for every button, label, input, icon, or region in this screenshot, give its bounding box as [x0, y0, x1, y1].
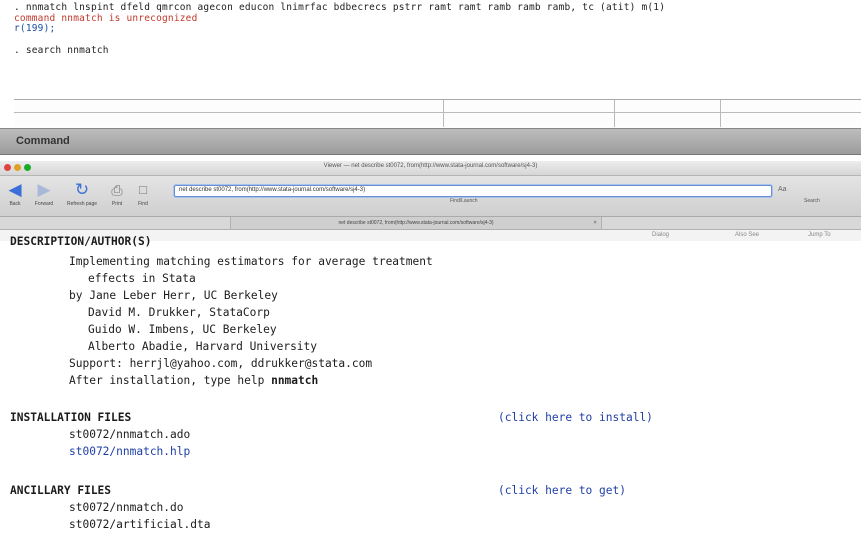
- refresh-icon: ↻: [74, 180, 90, 199]
- url-value: net describe st0072, from(http://www.sta…: [179, 187, 366, 193]
- search-label[interactable]: Search: [804, 198, 820, 204]
- ancillary-file: st0072/nnmatch.do: [69, 501, 184, 514]
- author-line: by Jane Leber Herr, UC Berkeley: [69, 289, 278, 302]
- after-install-text: After installation, type help: [69, 374, 272, 387]
- print-button[interactable]: ⎙ Print: [106, 181, 128, 207]
- find-button-label: Find: [138, 201, 148, 207]
- search-command-echo: . search nnmatch: [14, 45, 109, 56]
- find-icon: □: [139, 182, 147, 197]
- viewer-content: DESCRIPTION/AUTHOR(S) Implementing match…: [0, 235, 861, 542]
- forward-arrow-icon: ▶: [37, 180, 51, 199]
- also-see-menu[interactable]: Also See: [735, 232, 759, 238]
- description-heading: DESCRIPTION/AUTHOR(S): [10, 235, 152, 248]
- url-input[interactable]: net describe st0072, from(http://www.sta…: [174, 185, 772, 197]
- grid-row-divider: [14, 112, 861, 113]
- viewer-tab[interactable]: net describe st0072, from(http://www.sta…: [230, 217, 602, 229]
- jump-to-menu[interactable]: Jump To: [808, 232, 831, 238]
- viewer-tab-label: net describe st0072, from(http://www.sta…: [338, 220, 494, 226]
- command-echo: . nnmatch lnspint dfeld qmrcon agecon ed…: [14, 2, 666, 13]
- close-tab-icon[interactable]: ×: [593, 219, 597, 226]
- author-line: Guido W. Imbens, UC Berkeley: [88, 323, 277, 336]
- command-panel-title: Command: [16, 135, 70, 147]
- support-line: Support: herrjl@yahoo.com, ddrukker@stat…: [69, 357, 373, 370]
- grid-column-divider: [614, 100, 615, 127]
- viewer-toolbar: ◀ Back ▶ Forward ↻ Refresh page ⎙ Print …: [0, 176, 861, 217]
- forward-label: Forward: [34, 201, 54, 207]
- grid-column-divider: [720, 100, 721, 127]
- text-size-button[interactable]: Aa: [778, 186, 787, 193]
- viewer-tab-strip: net describe st0072, from(http://www.sta…: [0, 217, 861, 230]
- grid-column-divider: [443, 100, 444, 127]
- viewer-window: Viewer — net describe st0072, from(http:…: [0, 161, 861, 542]
- after-install-line: After installation, type help nnmatch: [69, 374, 318, 387]
- refresh-label: Refresh page: [66, 201, 98, 207]
- help-command-link[interactable]: nnmatch: [271, 374, 318, 387]
- refresh-button[interactable]: ↻ Refresh page: [64, 180, 100, 208]
- print-label: Print: [111, 201, 123, 207]
- back-arrow-icon: ◀: [8, 180, 22, 199]
- ancillary-file: st0072/artificial.dta: [69, 518, 211, 531]
- results-window: . nnmatch lnspint dfeld qmrcon agecon ed…: [0, 0, 861, 100]
- window-title: Viewer — net describe st0072, from(http:…: [323, 163, 538, 169]
- error-code-link[interactable]: r(199);: [14, 23, 55, 34]
- installation-files-heading: INSTALLATION FILES: [10, 411, 132, 424]
- dialog-menu[interactable]: Dialog: [652, 232, 669, 238]
- back-button[interactable]: ◀ Back: [6, 180, 24, 208]
- command-panel-header: Command: [0, 128, 861, 155]
- back-label: Back: [9, 201, 21, 207]
- author-line: David M. Drukker, StataCorp: [88, 306, 270, 319]
- find-button[interactable]: □ Find: [132, 181, 154, 207]
- package-description: Implementing matching estimators for ave…: [69, 255, 433, 268]
- find-launch-label: Find/Launch: [450, 198, 478, 204]
- package-description-cont: effects in Stata: [88, 272, 196, 285]
- install-file-link[interactable]: st0072/nnmatch.hlp: [69, 445, 190, 458]
- variables-grid: [14, 99, 861, 127]
- print-icon: ⎙: [111, 182, 123, 198]
- install-file: st0072/nnmatch.ado: [69, 428, 191, 441]
- viewer-titlebar: Viewer — net describe st0072, from(http:…: [0, 161, 861, 176]
- ancillary-files-heading: ANCILLARY FILES: [10, 484, 112, 497]
- forward-button[interactable]: ▶ Forward: [30, 180, 58, 208]
- author-line: Alberto Abadie, Harvard University: [88, 340, 318, 353]
- click-to-install-link[interactable]: (click here to install): [498, 411, 653, 424]
- click-to-get-link[interactable]: (click here to get): [498, 484, 626, 497]
